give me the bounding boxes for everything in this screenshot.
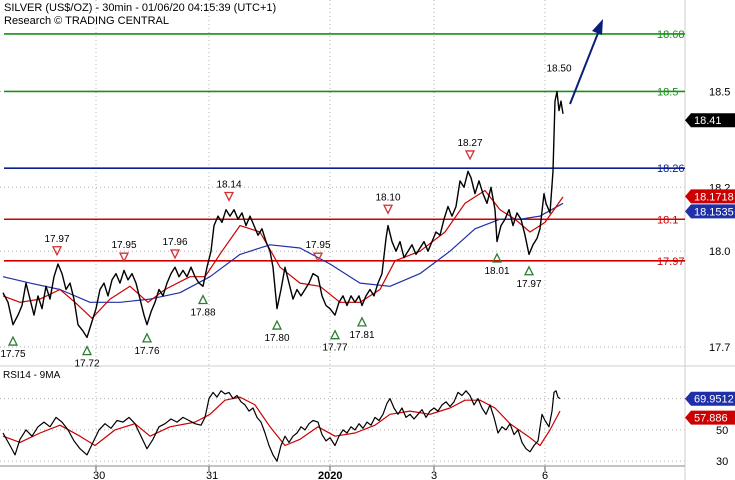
level-label: 18.26 bbox=[657, 163, 685, 175]
chart-subtitle: Research © TRADING CENTRAL bbox=[4, 15, 169, 27]
level-label: 18.5 bbox=[657, 86, 678, 98]
rsi-title: RSI14 - 9MA bbox=[3, 370, 61, 381]
x-axis-label: 3 bbox=[431, 470, 437, 480]
marker-label: 18.01 bbox=[484, 266, 509, 277]
marker-label: 17.81 bbox=[349, 330, 374, 341]
marker-label: 17.97 bbox=[516, 279, 541, 290]
rsi-tick-label: 50 bbox=[716, 425, 728, 437]
marker-label: 17.75 bbox=[0, 349, 25, 360]
x-axis-label: 30 bbox=[93, 470, 105, 480]
x-axis-label: 2020 bbox=[318, 470, 342, 480]
marker-label: 17.96 bbox=[162, 237, 187, 248]
marker-label: 18.50 bbox=[546, 63, 571, 74]
marker-label: 17.77 bbox=[322, 343, 347, 354]
value-box-label: 18.1718 bbox=[694, 191, 734, 203]
x-axis-label: 31 bbox=[206, 470, 218, 480]
rsi-tick-label: 30 bbox=[716, 456, 728, 468]
marker-label: 18.27 bbox=[457, 138, 482, 149]
price-tick-label: 18.5 bbox=[709, 86, 730, 98]
price-tick-label: 17.7 bbox=[709, 342, 730, 354]
marker-label: 17.97 bbox=[44, 234, 69, 245]
marker-label: 18.10 bbox=[375, 192, 400, 203]
value-box-label: 18.41 bbox=[694, 115, 722, 127]
level-label: 18.68 bbox=[657, 29, 685, 41]
x-axis-label: 6 bbox=[542, 470, 548, 480]
marker-label: 17.72 bbox=[74, 359, 99, 370]
value-box-label: 18.1535 bbox=[694, 206, 734, 218]
chart-title: SILVER (US$/OZ) - 30min - 01/06/20 04:15… bbox=[4, 2, 276, 14]
marker-label: 17.95 bbox=[305, 240, 330, 251]
marker-label: 17.88 bbox=[190, 308, 215, 319]
value-box-label: 57.886 bbox=[694, 413, 728, 425]
marker-label: 17.80 bbox=[264, 333, 289, 344]
value-box-label: 69.9512 bbox=[694, 394, 734, 406]
marker-label: 17.95 bbox=[111, 240, 136, 251]
silver-chart: 17.718.018.218.5 305070 18.6818.518.2618… bbox=[0, 0, 735, 480]
marker-label: 17.76 bbox=[134, 346, 159, 357]
level-label: 18.1 bbox=[657, 214, 678, 226]
marker-label: 18.14 bbox=[216, 179, 241, 190]
level-label: 17.97 bbox=[657, 256, 685, 268]
price-tick-label: 18.0 bbox=[709, 246, 730, 258]
